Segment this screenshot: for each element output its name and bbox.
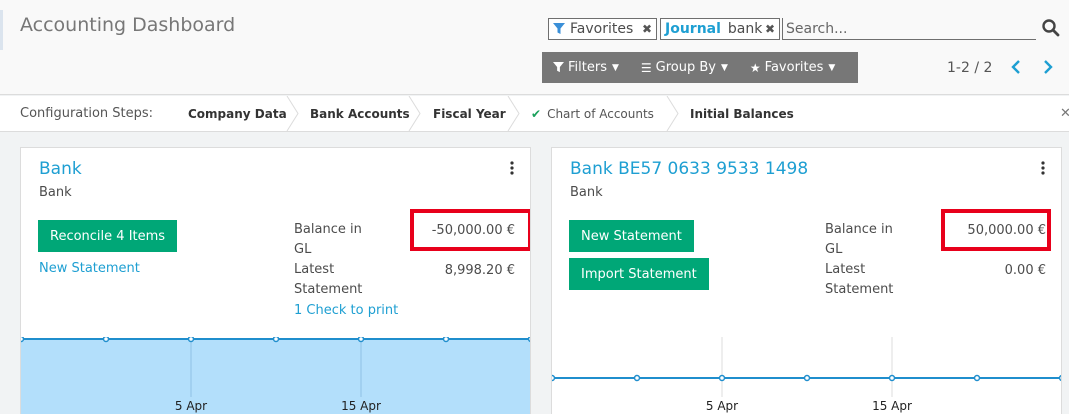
caret-down-icon: ▼ <box>828 62 836 73</box>
step-bank-accounts[interactable]: Bank Accounts <box>310 96 410 131</box>
step-initial-balances[interactable]: Initial Balances <box>690 96 794 131</box>
step-label: Company Data <box>188 106 287 121</box>
facet-journal[interactable]: Journal bank ✖ <box>660 18 780 40</box>
graph-point <box>272 337 280 343</box>
step-label: Bank Accounts <box>310 106 410 121</box>
journal-title[interactable]: Bank <box>39 159 82 179</box>
latest-statement-value: 0.00 € <box>1004 263 1046 278</box>
balance-label-line-2: GL <box>294 242 312 257</box>
caret-down-icon: ▼ <box>611 62 619 73</box>
journal-card-bank: Bank Bank Reconcile 4 Items New Statemen… <box>20 147 531 414</box>
search-options-bar: Filters ▼ ☰ Group By ▼ ★ Favorites ▼ <box>542 52 858 83</box>
facet-remove-icon[interactable]: ✖ <box>642 22 652 36</box>
facet-journal-label: Journal <box>665 21 721 37</box>
facet-journal-value: bank <box>727 21 763 37</box>
step-label: Fiscal Year <box>433 106 506 121</box>
step-label: Initial Balances <box>690 106 794 121</box>
configuration-steps-label: Configuration Steps: <box>20 106 154 121</box>
graph-point <box>552 374 556 382</box>
new-statement-button[interactable]: New Statement <box>569 220 694 252</box>
latest-statement-label: Latest Statement <box>825 260 893 300</box>
pager-value[interactable]: 1-2 / 2 <box>947 60 992 76</box>
bars-icon: ☰ <box>640 60 652 75</box>
latest-label-line-2: Statement <box>294 282 363 297</box>
reconcile-button[interactable]: Reconcile 4 Items <box>38 220 178 252</box>
import-statement-button[interactable]: Import Statement <box>569 258 709 290</box>
balance-graph: 5 Apr 15 Apr <box>21 337 530 414</box>
step-separator-icon <box>507 96 520 131</box>
group-by-dropdown[interactable]: ☰ Group By ▼ <box>630 60 739 75</box>
x-tick-label: 15 Apr <box>341 399 381 413</box>
checks-to-print-link[interactable]: 1 Check to print <box>294 303 398 318</box>
search-bar: Favorites ✖ Journal bank ✖ <box>548 18 1038 42</box>
latest-label-line-2: Statement <box>825 282 894 297</box>
graph-point <box>718 374 726 382</box>
graph-point <box>187 337 195 343</box>
graph-point <box>102 337 110 343</box>
balance-gl-label: Balance in GL <box>294 220 362 260</box>
step-separator-icon <box>286 96 299 131</box>
check-icon: ✔ <box>531 106 542 121</box>
page-title: Accounting Dashboard <box>20 14 236 36</box>
graph-point <box>633 374 641 382</box>
step-label: Chart of Accounts <box>547 106 654 121</box>
step-separator-icon <box>408 96 421 131</box>
graph-point <box>973 374 981 382</box>
highlight-box <box>410 209 530 251</box>
favorites-dropdown[interactable]: ★ Favorites ▼ <box>739 60 846 75</box>
filter-icon <box>553 23 565 34</box>
step-chart-of-accounts[interactable]: ✔ Chart of Accounts <box>531 96 654 131</box>
kebab-menu-icon[interactable] <box>509 160 515 176</box>
facet-favorites-label: Favorites <box>570 21 634 37</box>
x-tick-label: 15 Apr <box>872 399 912 413</box>
facet-favorites[interactable]: Favorites ✖ <box>548 18 657 40</box>
chevron-right-icon[interactable] <box>1040 58 1056 76</box>
favorites-label: Favorites <box>764 60 824 75</box>
group-by-label: Group By <box>655 60 716 75</box>
chevron-left-icon[interactable] <box>1009 58 1025 76</box>
x-tick-label: 5 Apr <box>175 399 207 413</box>
journal-type: Bank <box>570 185 603 200</box>
latest-statement-value: 8,998.20 € <box>444 263 515 278</box>
journal-type: Bank <box>39 185 72 200</box>
graph-area <box>21 339 530 414</box>
journal-title[interactable]: Bank BE57 0633 9533 1498 <box>570 159 808 179</box>
step-separator-icon <box>666 96 679 131</box>
facet-remove-icon[interactable]: ✖ <box>765 22 775 36</box>
latest-label-line-1: Latest <box>294 262 335 277</box>
new-statement-link[interactable]: New Statement <box>39 261 140 276</box>
balance-label-line-1: Balance in <box>294 222 362 237</box>
highlight-box <box>941 209 1051 251</box>
graph-point <box>803 374 811 382</box>
step-fiscal-year[interactable]: Fiscal Year <box>433 96 506 131</box>
latest-label-line-1: Latest <box>825 262 866 277</box>
star-icon: ★ <box>749 60 761 75</box>
search-icon[interactable] <box>1041 18 1061 38</box>
graph-point <box>442 337 450 343</box>
balance-graph: 5 Apr 15 Apr <box>552 337 1061 413</box>
step-company-data[interactable]: Company Data <box>188 96 287 131</box>
close-icon[interactable]: ✕ <box>1060 106 1069 121</box>
filter-icon <box>553 62 564 73</box>
filters-dropdown[interactable]: Filters ▼ <box>542 60 630 75</box>
graph-point <box>1058 374 1061 382</box>
balance-gl-label: Balance in GL <box>825 220 893 260</box>
configuration-steps-bar: Configuration Steps: Company Data Bank A… <box>0 96 1069 132</box>
control-panel: Accounting Dashboard Favorites ✖ Journal… <box>0 0 1069 95</box>
balance-label-line-1: Balance in <box>825 222 893 237</box>
x-tick-label: 5 Apr <box>706 399 738 413</box>
search-input[interactable] <box>782 18 1036 40</box>
journal-card-bank-be57: Bank BE57 0633 9533 1498 Bank New Statem… <box>551 147 1062 414</box>
balance-label-line-2: GL <box>825 242 843 257</box>
graph-point <box>21 337 25 343</box>
kebab-menu-icon[interactable] <box>1040 160 1046 176</box>
title-accent-bar <box>0 10 3 50</box>
graph-point <box>888 374 896 382</box>
latest-statement-label: Latest Statement <box>294 260 362 300</box>
caret-down-icon: ▼ <box>720 62 728 73</box>
filters-label: Filters <box>568 60 607 75</box>
graph-point <box>357 337 365 343</box>
graph-point <box>527 337 530 343</box>
